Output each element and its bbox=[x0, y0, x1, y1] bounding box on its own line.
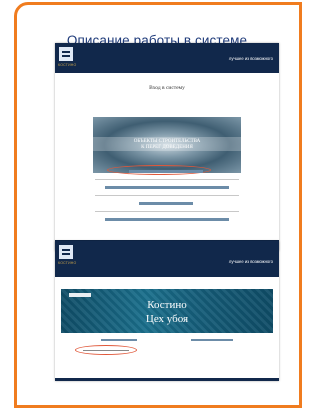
banner-tag bbox=[69, 293, 91, 297]
logo-icon bbox=[59, 47, 73, 61]
logo-icon bbox=[59, 245, 73, 259]
login-title: Вход в систему bbox=[149, 85, 185, 91]
divider bbox=[95, 195, 239, 196]
divider bbox=[95, 179, 239, 180]
login-screenshot: КОСТИНО лучшее из возможного Вход в сист… bbox=[55, 43, 279, 251]
logo-text: КОСТИНО bbox=[58, 261, 77, 265]
password-input-field[interactable] bbox=[105, 186, 229, 189]
header-slogan: лучшее из возможного bbox=[228, 259, 273, 264]
main-banner: Костино Цех убоя bbox=[61, 289, 273, 333]
divider bbox=[95, 211, 239, 212]
register-link[interactable] bbox=[105, 218, 229, 221]
banner-subtitle: Цех убоя bbox=[145, 313, 189, 325]
login-button[interactable] bbox=[139, 202, 193, 205]
screenshot-header: КОСТИНО лучшее из возможного bbox=[55, 241, 279, 277]
screenshot-footer bbox=[55, 378, 279, 381]
header-slogan: лучшее из возможного bbox=[228, 56, 273, 61]
slide-frame: Описание работы в системе КОСТИНО лучшее… bbox=[14, 2, 302, 408]
main-screenshot: КОСТИНО лучшее из возможного Костино Цех… bbox=[55, 241, 279, 381]
banner-text-line1: ОБЪЕКТЫ СТРОИТЕЛЬСТВА bbox=[133, 139, 201, 144]
logo-text: КОСТИНО bbox=[58, 63, 77, 67]
banner-title: Костино bbox=[147, 299, 187, 311]
nav-link[interactable] bbox=[101, 339, 137, 341]
login-input-field[interactable] bbox=[129, 170, 203, 173]
screenshot-header: КОСТИНО лучшее из возможного bbox=[55, 43, 279, 73]
nav-link[interactable] bbox=[191, 339, 233, 341]
banner-text-line2: К ПЕРЕГ ДОВЕДЕНИЯ bbox=[141, 145, 193, 150]
highlighted-link[interactable] bbox=[83, 350, 129, 351]
